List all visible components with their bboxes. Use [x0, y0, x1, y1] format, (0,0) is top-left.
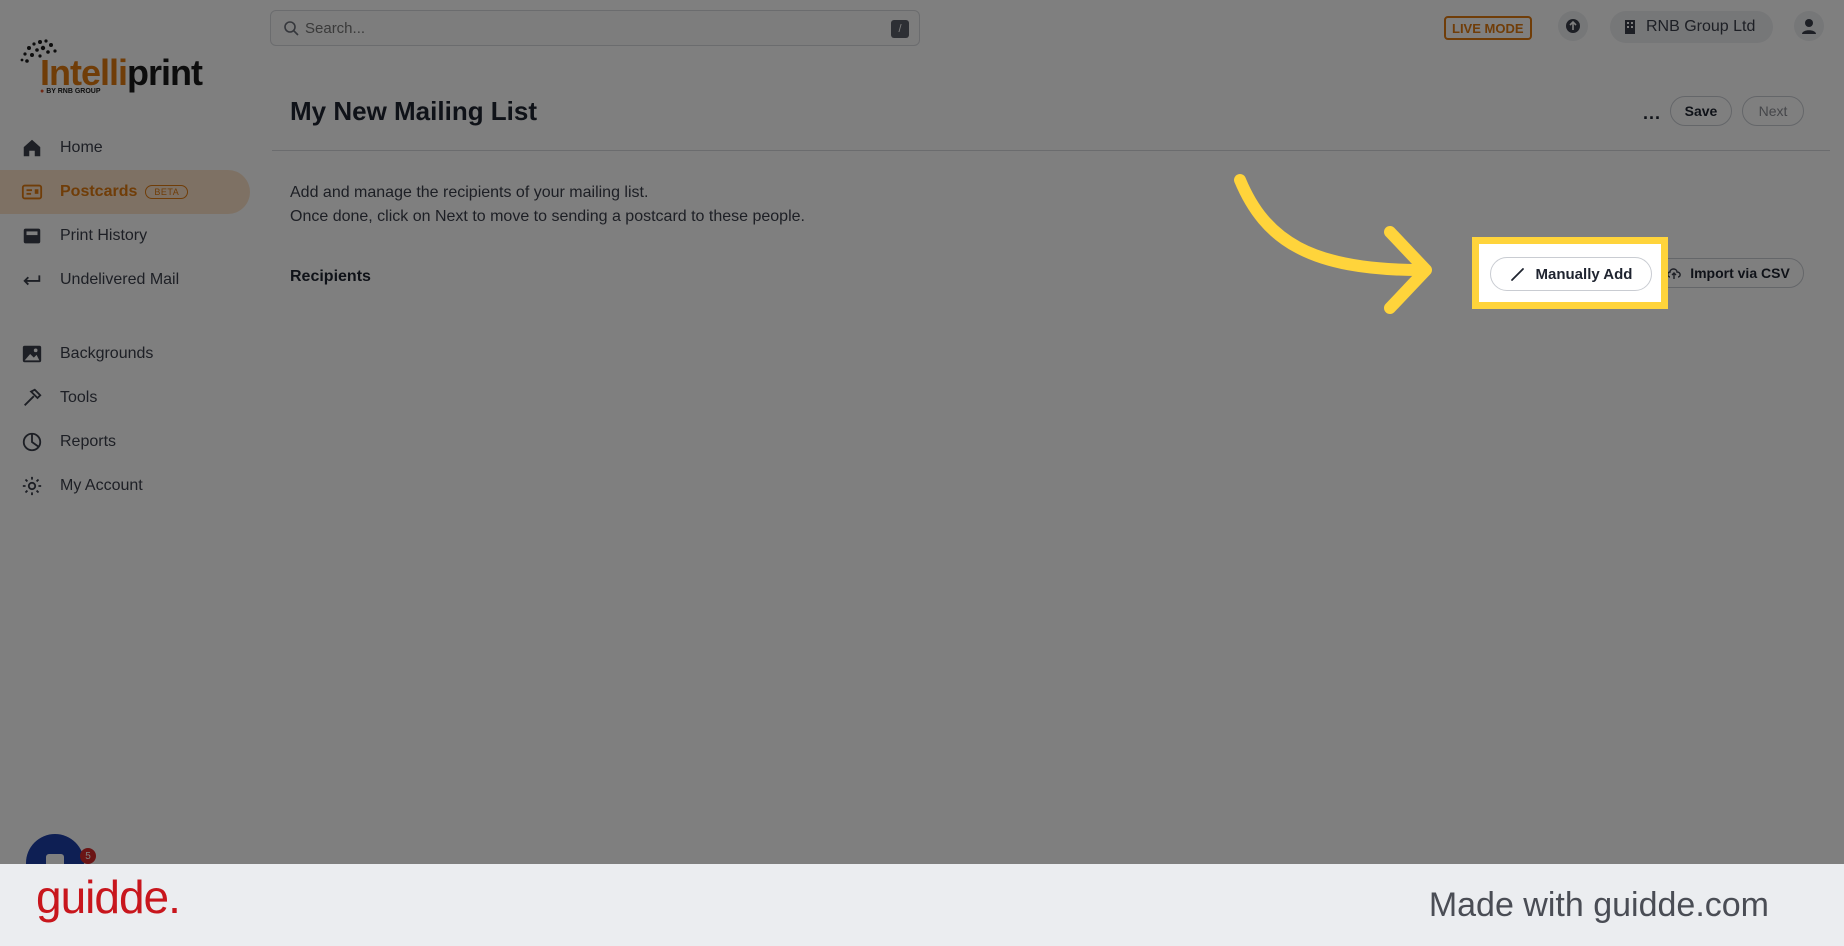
pencil-icon	[1510, 268, 1524, 281]
header-divider	[272, 150, 1830, 151]
sidebar-item-label: Home	[60, 139, 103, 156]
next-button[interactable]: Next	[1742, 96, 1804, 126]
sidebar-item-label: Postcards	[60, 183, 138, 200]
manually-add-button[interactable]: Manually Add	[1490, 257, 1652, 291]
building-icon	[1625, 20, 1635, 34]
sidebar-item-home[interactable]: Home	[0, 126, 250, 170]
return-arrow-icon	[20, 268, 44, 292]
organization-switcher[interactable]: RNB Group Ltd	[1610, 11, 1773, 43]
hammer-icon	[20, 386, 44, 410]
intelliprint-logo[interactable]: Intelliprint ● BY RNB GROUP	[18, 38, 208, 100]
sidebar-item-label: Backgrounds	[60, 345, 154, 362]
beta-badge: BETA	[145, 185, 189, 199]
guidde-logo[interactable]: guidde.	[36, 870, 181, 924]
home-icon	[20, 136, 44, 160]
cloud-upload-icon	[1667, 268, 1682, 279]
user-menu-button[interactable]	[1794, 11, 1824, 41]
sidebar-item-label: Reports	[60, 433, 117, 450]
sidebar: Intelliprint ● BY RNB GROUP Home Postcar…	[0, 0, 260, 864]
page-title: My New Mailing List	[290, 96, 538, 126]
organization-name: RNB Group Ltd	[1646, 18, 1756, 35]
archive-icon	[20, 224, 44, 248]
import-csv-button[interactable]: Import via CSV	[1652, 258, 1804, 288]
user-avatar-icon	[1802, 19, 1816, 34]
sidebar-item-postcards[interactable]: Postcards BETA	[0, 170, 250, 214]
recipients-heading: Recipients	[290, 268, 371, 285]
manually-add-label: Manually Add	[1535, 265, 1633, 283]
search-icon	[284, 21, 299, 36]
description-line-1: Add and manage the recipients of your ma…	[290, 184, 649, 201]
search-input[interactable]	[305, 19, 865, 37]
upload-button[interactable]	[1558, 11, 1588, 41]
sidebar-item-print-history[interactable]: Print History	[0, 214, 250, 258]
sidebar-item-undelivered-mail[interactable]: Undelivered Mail	[0, 258, 250, 302]
sidebar-item-tools[interactable]: Tools	[0, 376, 250, 420]
save-button[interactable]: Save	[1670, 96, 1732, 126]
image-icon	[20, 342, 44, 366]
chat-notification-badge: 5	[80, 848, 96, 864]
sidebar-item-label: Tools	[60, 389, 98, 406]
more-options-button[interactable]: ...	[1643, 103, 1661, 124]
pie-chart-icon	[20, 430, 44, 454]
postcard-icon	[20, 180, 44, 204]
sidebar-item-label: Print History	[60, 227, 148, 244]
guide-arrow-icon	[1234, 174, 1432, 314]
search-bar[interactable]: /	[270, 10, 920, 46]
import-csv-label: Import via CSV	[1690, 265, 1790, 281]
gear-icon	[20, 474, 44, 498]
upload-arrow-icon	[1566, 19, 1580, 33]
sidebar-item-backgrounds[interactable]: Backgrounds	[0, 332, 250, 376]
footer-bar: guidde. Made with guidde.com	[0, 864, 1844, 946]
live-mode-badge[interactable]: LIVE MODE	[1444, 16, 1532, 40]
logo-subtitle: ● BY RNB GROUP	[40, 88, 101, 95]
description-line-2: Once done, click on Next to move to send…	[290, 208, 805, 225]
sidebar-item-label: My Account	[60, 477, 143, 494]
made-with-text: Made with guidde.com	[1428, 886, 1769, 924]
sidebar-item-label: Undelivered Mail	[60, 271, 180, 288]
app-window: Intelliprint ● BY RNB GROUP Home Postcar…	[0, 0, 1844, 892]
search-shortcut-key: /	[891, 20, 909, 38]
sidebar-item-my-account[interactable]: My Account	[0, 464, 250, 508]
sidebar-item-reports[interactable]: Reports	[0, 420, 250, 464]
